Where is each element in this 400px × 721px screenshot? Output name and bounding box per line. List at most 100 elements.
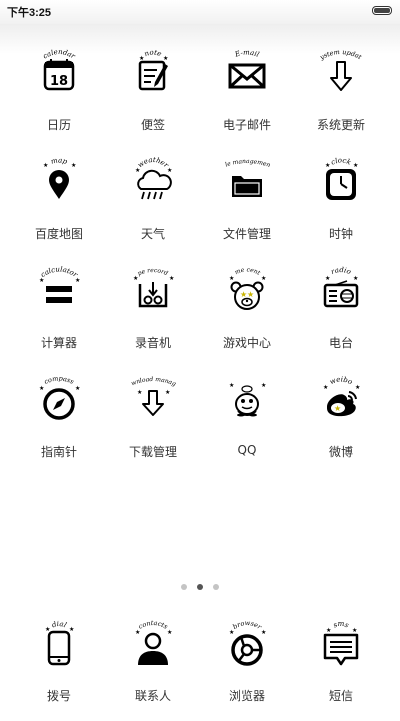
- app-label: 百度地图: [34, 227, 83, 241]
- arrow-down-icon: system update: [311, 44, 363, 91]
- svg-text:tape recorder: tape recorder: [123, 263, 169, 277]
- app-notes[interactable]: note ★ ★ 便签: [103, 48, 203, 150]
- app-label: 文件管理: [222, 227, 271, 241]
- svg-text:★: ★: [229, 275, 234, 282]
- dock-browser[interactable]: browser ★ ★ 浏览器: [197, 619, 297, 721]
- page-dot[interactable]: [213, 584, 219, 590]
- app-system-update[interactable]: system update 系统更新: [291, 44, 391, 150]
- app-label: 录音机: [134, 336, 171, 350]
- note-icon: note ★ ★: [138, 48, 168, 91]
- app-recorder[interactable]: tape recorder ★ ★ 录音机: [103, 263, 203, 368]
- equals-icon: calculator ★ ★: [39, 265, 80, 303]
- weibo-icon: weibo ★ ★ ★: [323, 375, 360, 417]
- app-label: 指南针: [40, 445, 77, 459]
- page-dot-active[interactable]: [197, 584, 203, 590]
- svg-text:★: ★: [133, 275, 138, 282]
- svg-text:★: ★: [137, 389, 142, 396]
- svg-text:compass: compass: [43, 374, 76, 386]
- penguin-icon: ★ ★: [229, 382, 266, 417]
- svg-text:★: ★: [163, 55, 168, 62]
- svg-text:★: ★: [334, 404, 341, 413]
- app-label: 计算器: [40, 336, 77, 350]
- dock-dialer[interactable]: dial ★ ★ 拨号: [9, 620, 109, 721]
- app-file-manager[interactable]: file management 文件管理: [197, 154, 297, 259]
- compass-icon: compass ★ ★: [39, 374, 80, 420]
- app-label: 系统更新: [316, 118, 365, 132]
- app-calendar[interactable]: calendar 18 日历: [9, 48, 109, 150]
- app-label: 下载管理: [128, 445, 177, 459]
- dock-contacts[interactable]: contacts ★ ★ 联系人: [103, 619, 203, 721]
- svg-text:★: ★: [229, 382, 234, 389]
- svg-text:browser: browser: [231, 619, 263, 632]
- bear-face-icon: game center ★ ★ ★ ★: [217, 263, 266, 310]
- svg-text:★: ★: [135, 629, 140, 636]
- app-label: 日历: [46, 118, 71, 132]
- app-download-manager[interactable]: download manager ★ ★ 下载管理: [103, 372, 203, 477]
- app-label: 电台: [328, 336, 353, 350]
- app-label: 游戏中心: [222, 336, 271, 350]
- app-game-center[interactable]: game center ★ ★ ★ ★ 游戏中心: [197, 263, 297, 368]
- svg-text:★: ★: [39, 277, 44, 284]
- app-compass[interactable]: compass ★ ★ 指南针: [9, 374, 109, 477]
- message-icon: sms ★ ★: [323, 620, 359, 666]
- app-email[interactable]: E-mail 电子邮件: [197, 48, 297, 150]
- status-bar: 下午3:25: [0, 0, 400, 24]
- app-qq[interactable]: ★ ★ QQ: [197, 377, 297, 477]
- svg-text:★: ★: [165, 389, 170, 396]
- calendar-icon: calendar 18: [42, 48, 77, 91]
- app-clock[interactable]: clock ★ ★ 时钟: [291, 156, 391, 259]
- person-icon: contacts ★ ★: [135, 619, 172, 665]
- svg-text:map: map: [50, 156, 69, 166]
- app-calculator[interactable]: calculator ★ ★ 计算器: [9, 265, 109, 368]
- svg-text:★: ★: [247, 290, 254, 299]
- svg-text:★: ★: [323, 384, 328, 391]
- app-label: QQ: [237, 443, 257, 457]
- phone-icon: dial ★ ★: [45, 620, 74, 666]
- svg-text:★: ★: [325, 162, 330, 169]
- svg-text:★: ★: [326, 627, 331, 634]
- svg-text:note: note: [143, 48, 162, 58]
- svg-text:download manager: download manager: [123, 372, 177, 388]
- svg-text:★: ★: [45, 626, 50, 633]
- svg-text:E-mail: E-mail: [233, 48, 260, 59]
- cloud-rain-icon: weather ★ ★: [135, 156, 172, 200]
- app-label: 电子邮件: [222, 118, 271, 132]
- dock-sms[interactable]: sms ★ ★ 短信: [291, 620, 391, 721]
- tape-recorder-icon: tape recorder ★ ★: [123, 263, 174, 308]
- app-weibo[interactable]: weibo ★ ★ ★ 微博: [291, 375, 391, 477]
- app-radio[interactable]: radio ★ ★ 电台: [291, 266, 391, 368]
- download-arrow-icon: download manager ★ ★: [123, 372, 177, 416]
- svg-text:★: ★: [71, 162, 76, 169]
- browser-icon: browser ★ ★: [229, 619, 266, 666]
- svg-text:dial: dial: [51, 620, 68, 629]
- app-label: 时钟: [328, 227, 353, 241]
- svg-text:★: ★: [39, 385, 44, 392]
- page-indicator: [0, 584, 400, 590]
- app-label: 联系人: [134, 689, 171, 703]
- svg-text:contacts: contacts: [137, 619, 170, 631]
- svg-text:★: ★: [261, 629, 266, 636]
- map-pin-icon: map ★ ★: [43, 156, 76, 199]
- status-time: 下午3:25: [7, 7, 52, 19]
- page-dot[interactable]: [181, 584, 187, 590]
- app-label: 浏览器: [228, 689, 265, 703]
- app-label: 拨号: [46, 689, 71, 703]
- app-label: 微博: [328, 445, 353, 459]
- svg-text:★: ★: [261, 382, 266, 389]
- folder-icon: file management: [216, 154, 271, 197]
- radio-icon: radio ★ ★: [323, 266, 358, 308]
- svg-text:★: ★: [355, 384, 360, 391]
- svg-text:★: ★: [261, 275, 266, 282]
- app-baidu-map[interactable]: map ★ ★ 百度地图: [9, 156, 109, 259]
- svg-text:calculator: calculator: [39, 265, 79, 279]
- svg-text:★: ★: [229, 629, 234, 636]
- svg-text:game center: game center: [217, 263, 262, 277]
- app-label: 天气: [140, 227, 165, 241]
- svg-text:★: ★: [75, 277, 80, 284]
- svg-text:weibo: weibo: [329, 375, 354, 386]
- app-label: 短信: [328, 689, 353, 703]
- envelope-icon: E-mail: [228, 48, 266, 89]
- svg-text:★: ★: [69, 626, 74, 633]
- svg-text:radio: radio: [330, 266, 353, 276]
- app-weather[interactable]: weather ★ ★ 天气: [103, 156, 203, 259]
